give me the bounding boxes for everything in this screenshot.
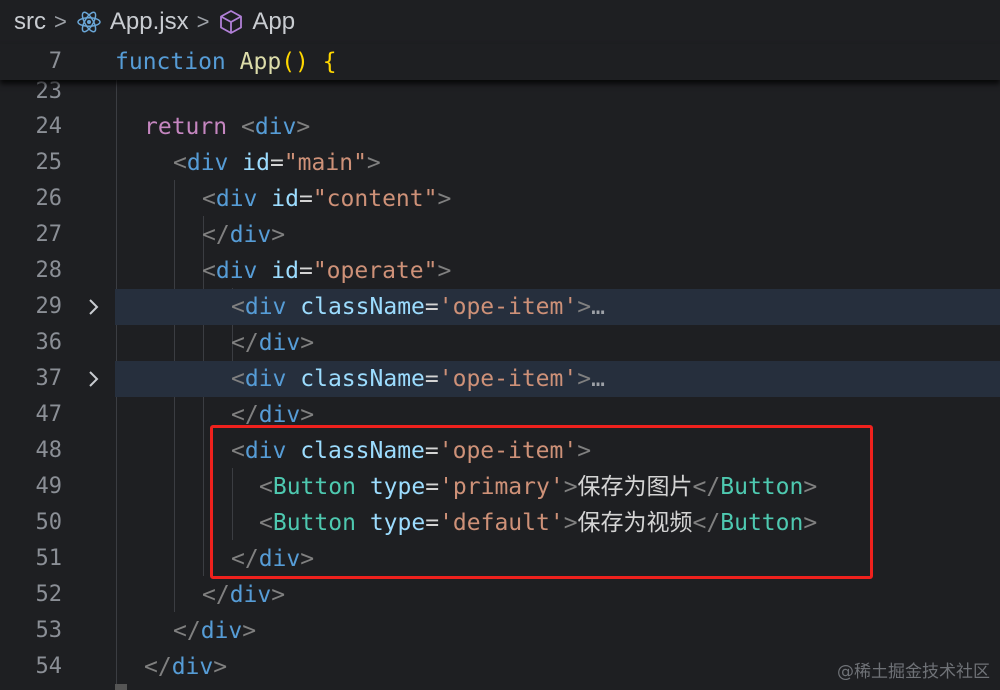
folded-ellipsis: … — [591, 294, 605, 320]
code-line[interactable]: 26 <div id="content"> — [0, 181, 1000, 217]
line-number: 49 — [35, 474, 63, 499]
line-number: 50 — [35, 510, 63, 535]
chevron-right-icon: > — [54, 9, 67, 34]
line-number: 37 — [35, 366, 63, 391]
breadcrumb-symbol[interactable]: App — [218, 8, 295, 36]
code-line[interactable]: 25 <div id="main"> — [0, 145, 1000, 181]
code-text: <div id="content"> — [202, 186, 452, 212]
line-number: 36 — [35, 330, 63, 355]
code-line[interactable]: 53 </div> — [0, 613, 1000, 649]
code-line[interactable]: 28 <div id="operate"> — [0, 253, 1000, 289]
watermark: @稀土掘金技术社区 — [837, 662, 990, 682]
code-text: </div> — [202, 582, 286, 608]
code-text: function App() { — [115, 49, 337, 75]
highlight-annotation-box — [210, 425, 873, 579]
sticky-scroll-line[interactable]: 7 function App() { — [0, 44, 1000, 80]
code-text: return <div> — [144, 114, 311, 140]
breadcrumb-file[interactable]: App.jsx — [76, 8, 189, 36]
line-number: 24 — [35, 114, 63, 139]
line-number: 29 — [35, 294, 63, 319]
chevron-right-icon[interactable] — [82, 289, 104, 325]
cube-icon — [220, 10, 243, 34]
code-line[interactable]: 52 </div> — [0, 577, 1000, 613]
line-number: 7 — [48, 49, 62, 74]
code-text: <div className='ope-item'>… — [231, 366, 605, 392]
code-text: </div> — [202, 222, 286, 248]
code-text: </div> — [144, 654, 228, 680]
line-number: 48 — [35, 438, 63, 463]
react-icon — [77, 11, 101, 33]
chevron-right-icon[interactable] — [82, 361, 104, 397]
code-text: </div> — [173, 618, 257, 644]
code-text: <div id="main"> — [173, 150, 381, 176]
code-text: <div className='ope-item'>… — [231, 294, 605, 320]
chevron-right-icon: > — [196, 9, 210, 34]
line-number: 27 — [35, 222, 63, 247]
code-line[interactable]: 24 return <div> — [0, 109, 1000, 145]
line-number: 26 — [35, 186, 63, 211]
line-number: 28 — [35, 258, 63, 283]
line-number: 54 — [35, 654, 63, 679]
breadcrumb-folder[interactable]: src — [14, 8, 46, 36]
breadcrumb: src > App.jsx > App — [0, 0, 1000, 44]
code-line[interactable]: 36 </div> — [0, 325, 1000, 361]
folded-ellipsis: … — [591, 366, 605, 392]
line-number: 51 — [35, 546, 63, 571]
code-text: </div> — [231, 330, 315, 356]
line-number: 25 — [35, 150, 63, 175]
code-editor[interactable]: src > App.jsx > App 7 function App() {2… — [0, 0, 1000, 690]
line-number: 47 — [35, 402, 63, 427]
line-number: 53 — [35, 618, 63, 643]
line-number: 52 — [35, 582, 63, 607]
code-line-folded[interactable]: 29 <div className='ope-item'>… — [0, 289, 1000, 325]
cursor-marker — [115, 684, 127, 690]
code-line-folded[interactable]: 37 <div className='ope-item'>… — [0, 361, 1000, 397]
code-line[interactable]: 27 </div> — [0, 217, 1000, 253]
code-text: <div id="operate"> — [202, 258, 452, 284]
